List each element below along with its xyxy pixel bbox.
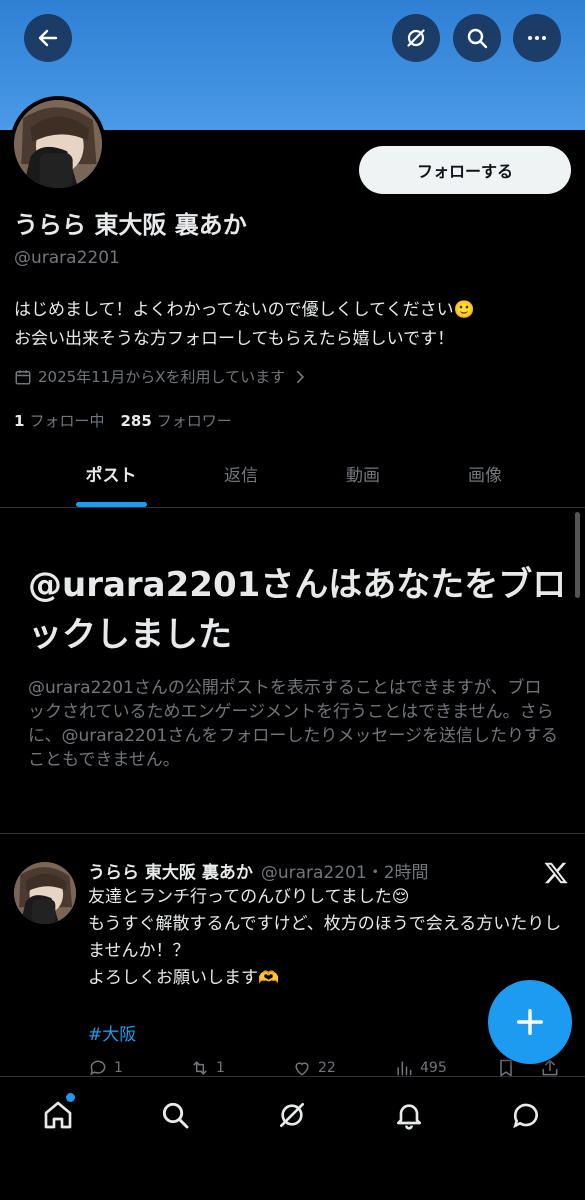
tab-posts[interactable]: ポスト [50, 440, 172, 507]
repost-icon [193, 1061, 207, 1075]
tweet-header: うらら 東大阪 裏あか @urara2201・2時間 [88, 858, 429, 883]
more-button[interactable] [513, 14, 561, 62]
reply-icon [90, 1060, 106, 1076]
bottom-navigation [0, 1076, 585, 1200]
tweet-author-name[interactable]: うらら 東大阪 裏あか [88, 863, 253, 883]
views-button[interactable]: 495 [394, 1058, 447, 1078]
more-icon [528, 36, 546, 40]
calendar-icon [15, 369, 31, 384]
bookmark-button[interactable] [496, 1058, 516, 1078]
nav-notifications[interactable] [389, 1095, 429, 1135]
like-button[interactable]: 22 [292, 1058, 336, 1078]
blocked-title: @urara2201さんはあなたをブロックしました [28, 565, 567, 655]
following-stat[interactable]: 1 フォロー中 [14, 410, 104, 431]
chevron-right-icon [297, 370, 304, 383]
views-icon [397, 1061, 412, 1076]
tweet-avatar[interactable] [14, 862, 76, 924]
notifications-icon [397, 1104, 421, 1130]
reply-button[interactable]: 1 [88, 1058, 123, 1078]
tweet-line-2: もうすぐ解散するんですけど、枚方のほうで会える方いたりしませんか！？ [88, 914, 562, 961]
active-tab-indicator [76, 502, 147, 507]
joined-text: 2025年11月からXを利用しています [38, 368, 286, 386]
following-count: 1 [14, 412, 25, 430]
profile-avatar[interactable] [10, 96, 106, 192]
reply-count: 1 [114, 1060, 123, 1076]
nav-search[interactable] [155, 1095, 195, 1135]
back-arrow-icon [38, 29, 58, 47]
repost-button[interactable]: 1 [190, 1058, 225, 1078]
plus-icon [516, 1008, 544, 1036]
profile-bio: はじめまして！よくわかってないので優しくしてください🙂 お会い出来そうな方フォロ… [14, 296, 574, 354]
bio-line-2: お会い出来そうな方フォローしてもらえたら嬉しいです！ [14, 329, 455, 349]
section-divider [0, 833, 585, 834]
following-label: フォロー中 [29, 412, 105, 430]
follow-button[interactable]: フォローする [359, 146, 571, 194]
heart-icon [295, 1062, 309, 1076]
tab-images[interactable]: 画像 [424, 440, 546, 507]
bio-line-1: はじめまして！よくわかってないので優しくしてください🙂 [14, 300, 475, 320]
nav-messages[interactable] [506, 1095, 546, 1135]
handle: @urara2201 [14, 248, 120, 268]
hashtag-link[interactable]: #大阪 [88, 1020, 136, 1045]
search-button[interactable] [453, 14, 501, 62]
compose-button[interactable] [488, 980, 572, 1064]
grok-icon [407, 29, 425, 47]
tweet-text: 友達とランチ行ってのんびりしてました😌 もうすぐ解散するんですけど、枚方のほうで… [88, 884, 578, 992]
tab-replies[interactable]: 返信 [180, 440, 302, 507]
avatar-image [14, 100, 102, 188]
tab-videos[interactable]: 動画 [302, 440, 424, 507]
search-icon [162, 1102, 189, 1129]
scrollbar[interactable] [575, 512, 580, 598]
tweet-line-1: 友達とランチ行ってのんびりしてました😌 [88, 887, 410, 907]
search-icon [467, 28, 488, 49]
home-icon [44, 1101, 72, 1129]
grok-icon [280, 1103, 304, 1127]
followers-label: フォロワー [156, 412, 232, 430]
nav-grok[interactable] [272, 1095, 312, 1135]
grok-button[interactable] [392, 14, 440, 62]
joined-date[interactable]: 2025年11月からXを利用しています [14, 366, 309, 387]
home-notification-dot [66, 1093, 75, 1102]
tweet-avatar-image [14, 862, 76, 924]
messages-icon [513, 1103, 538, 1129]
profile-tabs: ポスト 返信 動画 画像 [0, 440, 585, 508]
display-name: うらら 東大阪 裏あか [14, 211, 247, 239]
followers-count: 285 [120, 412, 152, 430]
blocked-description: @urara2201さんの公開ポストを表示することはできますが、ブロックされてい… [28, 678, 559, 770]
back-button[interactable] [24, 14, 72, 62]
views-count: 495 [420, 1060, 447, 1076]
x-logo-icon [544, 862, 568, 884]
like-count: 22 [318, 1060, 336, 1076]
follow-stats: 1 フォロー中 285 フォロワー [14, 410, 232, 431]
followers-stat[interactable]: 285 フォロワー [120, 410, 231, 431]
bookmark-icon [500, 1059, 512, 1077]
repost-count: 1 [216, 1060, 225, 1076]
tweet-meta: @urara2201・2時間 [260, 863, 429, 883]
